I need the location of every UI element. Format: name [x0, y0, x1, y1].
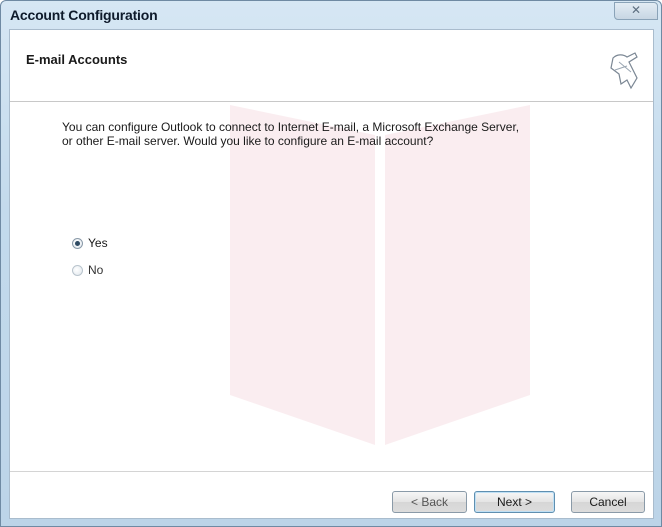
- close-button[interactable]: ✕: [614, 2, 658, 20]
- wizard-mail-icon: [610, 52, 638, 90]
- radio-label-no: No: [88, 263, 104, 277]
- radio-option-no[interactable]: No: [72, 262, 103, 278]
- dialog-client-area: E-mail Accounts You can configure Outloo…: [9, 29, 654, 519]
- next-button[interactable]: Next >: [474, 491, 555, 513]
- cancel-button[interactable]: Cancel: [571, 491, 645, 513]
- radio-label-yes: Yes: [88, 236, 108, 250]
- window-title: Account Configuration: [10, 7, 158, 23]
- back-button[interactable]: < Back: [392, 491, 467, 513]
- radio-button-icon[interactable]: [72, 237, 83, 249]
- title-bar[interactable]: Account Configuration ✕: [1, 1, 661, 29]
- wizard-header: E-mail Accounts: [10, 30, 653, 102]
- radio-option-yes[interactable]: Yes: [72, 235, 108, 251]
- close-icon: ✕: [630, 3, 642, 17]
- configuration-question: You can configure Outlook to connect to …: [62, 120, 520, 148]
- section-title: E-mail Accounts: [26, 52, 128, 67]
- button-bar: < Back Next > Cancel: [10, 472, 653, 518]
- radio-button-icon[interactable]: [72, 264, 83, 276]
- account-configuration-window: Account Configuration ✕ E-mail Accounts …: [0, 0, 662, 527]
